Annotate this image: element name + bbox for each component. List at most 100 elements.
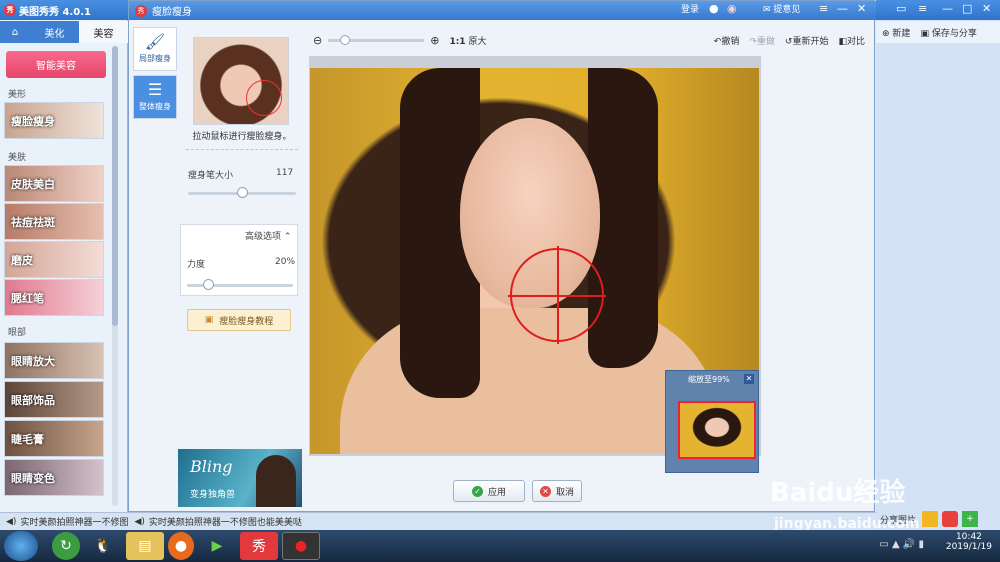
navigator-preview[interactable]: 缩放至99% ✕ <box>665 370 759 473</box>
zoom-knob[interactable] <box>340 34 351 45</box>
watermark-brand: Baidu经验 <box>770 478 906 508</box>
right-toolbar: ⊕ 新建 ▣ 保存与分享 <box>876 21 1000 43</box>
app-titlebar: 秀 美图秀秀 4.0.1 <box>0 0 128 20</box>
save-share-button[interactable]: ▣ 保存与分享 <box>920 26 976 39</box>
plus-icon: ⊕ <box>882 28 890 39</box>
nav-local-slim-label: 局部瘦身 <box>139 54 171 63</box>
media-app-icon[interactable]: ▶ <box>198 532 236 560</box>
tool-panel: 拉动鼠标进行瘦脸瘦身。 瘦身笔大小 117 高级选项 ⌃ 力度 20% ▣ 瘦脸… <box>178 29 306 509</box>
speaker-icon: ◀) <box>6 516 17 527</box>
nav-overall-slim[interactable]: ☰ 整体瘦身 <box>133 75 177 119</box>
meitu-taskbar-icon[interactable]: 秀 <box>240 532 278 560</box>
category-shape: 美形 <box>8 90 27 100</box>
firefox-icon[interactable]: ● <box>168 532 194 560</box>
marquee-text-2[interactable]: 实时美颜拍照神器一不修图也能美美哒 <box>149 515 302 528</box>
zoom-in-icon[interactable]: ⊕ <box>430 34 439 47</box>
advanced-options-label: 高级选项 <box>245 232 282 242</box>
smart-beauty-label: 智能美容 <box>36 61 76 72</box>
restart-button[interactable]: ↺重新开始 <box>785 34 829 47</box>
tutorial-button[interactable]: ▣ 瘦脸瘦身教程 <box>187 309 291 331</box>
close-icon[interactable]: ✕ <box>857 2 866 15</box>
ad-model-image <box>256 455 296 507</box>
apply-button[interactable]: ✓ 应用 <box>453 480 525 502</box>
menu-icon[interactable]: ≡ <box>819 2 828 15</box>
brush-vertical-arrow <box>557 246 559 344</box>
qq-icon[interactable]: ● <box>709 2 719 15</box>
redo-button[interactable]: ↷重做 <box>749 34 775 47</box>
slim-brush-cursor[interactable] <box>508 246 606 344</box>
feature-eye-accessory[interactable]: 眼部饰品 <box>4 381 104 418</box>
recorder-icon[interactable]: ● <box>282 532 320 560</box>
main-close-icon[interactable]: ✕ <box>982 2 991 15</box>
feature-slim-face[interactable]: 瘦脸瘦身 <box>4 102 104 139</box>
main-minimize-icon[interactable]: — <box>942 2 953 15</box>
marquee-text-1[interactable]: 实时美颜拍照神器一不修图 <box>20 515 128 528</box>
cancel-button[interactable]: ✕ 取消 <box>532 480 582 502</box>
preview-thumbnail[interactable] <box>678 401 756 459</box>
sliders-icon: ☰ <box>147 80 163 99</box>
start-button-icon[interactable] <box>4 531 38 561</box>
cancel-label: 取消 <box>555 487 574 498</box>
main-menu-icon[interactable]: ≡ <box>918 2 927 15</box>
login-link[interactable]: 登录 <box>681 2 699 15</box>
tray-icons[interactable]: ▭ ▲ 🔊 ▮ <box>879 539 924 550</box>
minimize-icon[interactable]: — <box>837 2 848 15</box>
nav-overall-slim-label: 整体瘦身 <box>139 102 171 111</box>
cancel-icon: ✕ <box>539 485 551 497</box>
home-tab[interactable]: ⌂ <box>0 21 30 43</box>
undo-button[interactable]: ↶撤销 <box>714 34 740 47</box>
feedback-link[interactable]: ✉ 提意见 <box>763 2 800 15</box>
message-icon[interactable]: ▭ <box>896 2 906 15</box>
check-icon: ✓ <box>471 485 483 497</box>
feature-blush[interactable]: 腮红笔 <box>4 279 104 316</box>
feature-skin-whitening[interactable]: 皮肤美白 <box>4 165 104 202</box>
tab-beauty[interactable]: 美容 <box>79 21 128 43</box>
clock-date[interactable]: 2019/1/19 <box>946 542 992 552</box>
feature-acne-removal[interactable]: 祛痘祛斑 <box>4 203 104 240</box>
qq-taskbar-icon[interactable]: 🐧 <box>84 532 122 560</box>
original-size-button[interactable]: 1:1 原大 <box>449 34 486 47</box>
sync-app-icon[interactable]: ↻ <box>52 532 80 560</box>
main-tabs: ⌂ 美化 美容 <box>0 21 128 43</box>
feature-eye-color[interactable]: 眼睛变色 <box>4 459 104 496</box>
nav-local-slim[interactable]: 🖌 局部瘦身 <box>133 27 177 71</box>
original-size-label: 原大 <box>468 36 487 47</box>
brush-size-value: 117 <box>276 168 294 178</box>
zoom-out-icon[interactable]: ⊖ <box>313 34 322 47</box>
feedback-icon: ✉ <box>763 5 771 15</box>
feature-eye-enlarge[interactable]: 眼睛放大 <box>4 342 104 379</box>
zoom-slider[interactable] <box>328 34 425 45</box>
advanced-options-toggle[interactable]: 高级选项 ⌃ <box>245 229 291 242</box>
file-explorer-icon[interactable]: ▤ <box>126 532 164 560</box>
main-maximize-icon[interactable]: □ <box>962 2 972 15</box>
strength-knob[interactable] <box>203 279 215 290</box>
speaker-icon-2: ◀) <box>134 516 145 527</box>
brush-size-knob[interactable] <box>237 187 248 198</box>
zoom-ratio: 1:1 <box>449 36 466 47</box>
dialog-logo-icon: 秀 <box>135 4 147 17</box>
feature-mascara[interactable]: 睫毛膏 <box>4 420 104 457</box>
feature-scroll-thumb[interactable] <box>112 46 118 326</box>
brush-icon: 🖌 <box>144 32 166 51</box>
preview-close-icon[interactable]: ✕ <box>744 374 754 384</box>
slim-face-dialog: 秀 瘦脸瘦身 登录 ● ◉ ✉ 提意见 ≡ — ✕ 🖌 局部瘦身 ☰ 整体瘦身 … <box>128 0 876 512</box>
tab-beautify[interactable]: 美化 <box>30 21 79 43</box>
clock-time[interactable]: 10:42 <box>946 532 992 542</box>
redo-label: 重做 <box>756 36 775 47</box>
system-tray: 10:42 2019/1/19 <box>946 532 992 552</box>
tutorial-icon: ▣ <box>204 315 214 325</box>
ad-banner[interactable]: Bling 变身独角兽 <box>178 449 302 507</box>
right-titlebar: ▭ ≡ — □ ✕ <box>876 0 1000 20</box>
status-marquee: ◀) 实时美颜拍照神器一不修图 ◀) 实时美颜拍照神器一不修图也能美美哒 <box>0 512 876 530</box>
save-share-label: 保存与分享 <box>931 28 977 39</box>
smart-beauty-button[interactable]: 智能美容 <box>6 51 106 78</box>
new-button[interactable]: ⊕ 新建 <box>882 26 910 39</box>
save-icon: ▣ <box>920 28 929 39</box>
undo-label: 撤销 <box>721 36 740 47</box>
compare-button[interactable]: ◧对比 <box>838 34 865 47</box>
meitu-main-window: 秀 美图秀秀 4.0.1 ⌂ 美化 美容 智能美容 美形 瘦脸瘦身 美肤 皮肤美… <box>0 0 128 530</box>
weibo-icon[interactable]: ◉ <box>727 2 737 15</box>
hint-text: 拉动鼠标进行瘦脸瘦身。 <box>192 132 292 142</box>
category-skin: 美肤 <box>8 153 27 163</box>
feature-smooth-skin[interactable]: 磨皮 <box>4 241 104 278</box>
